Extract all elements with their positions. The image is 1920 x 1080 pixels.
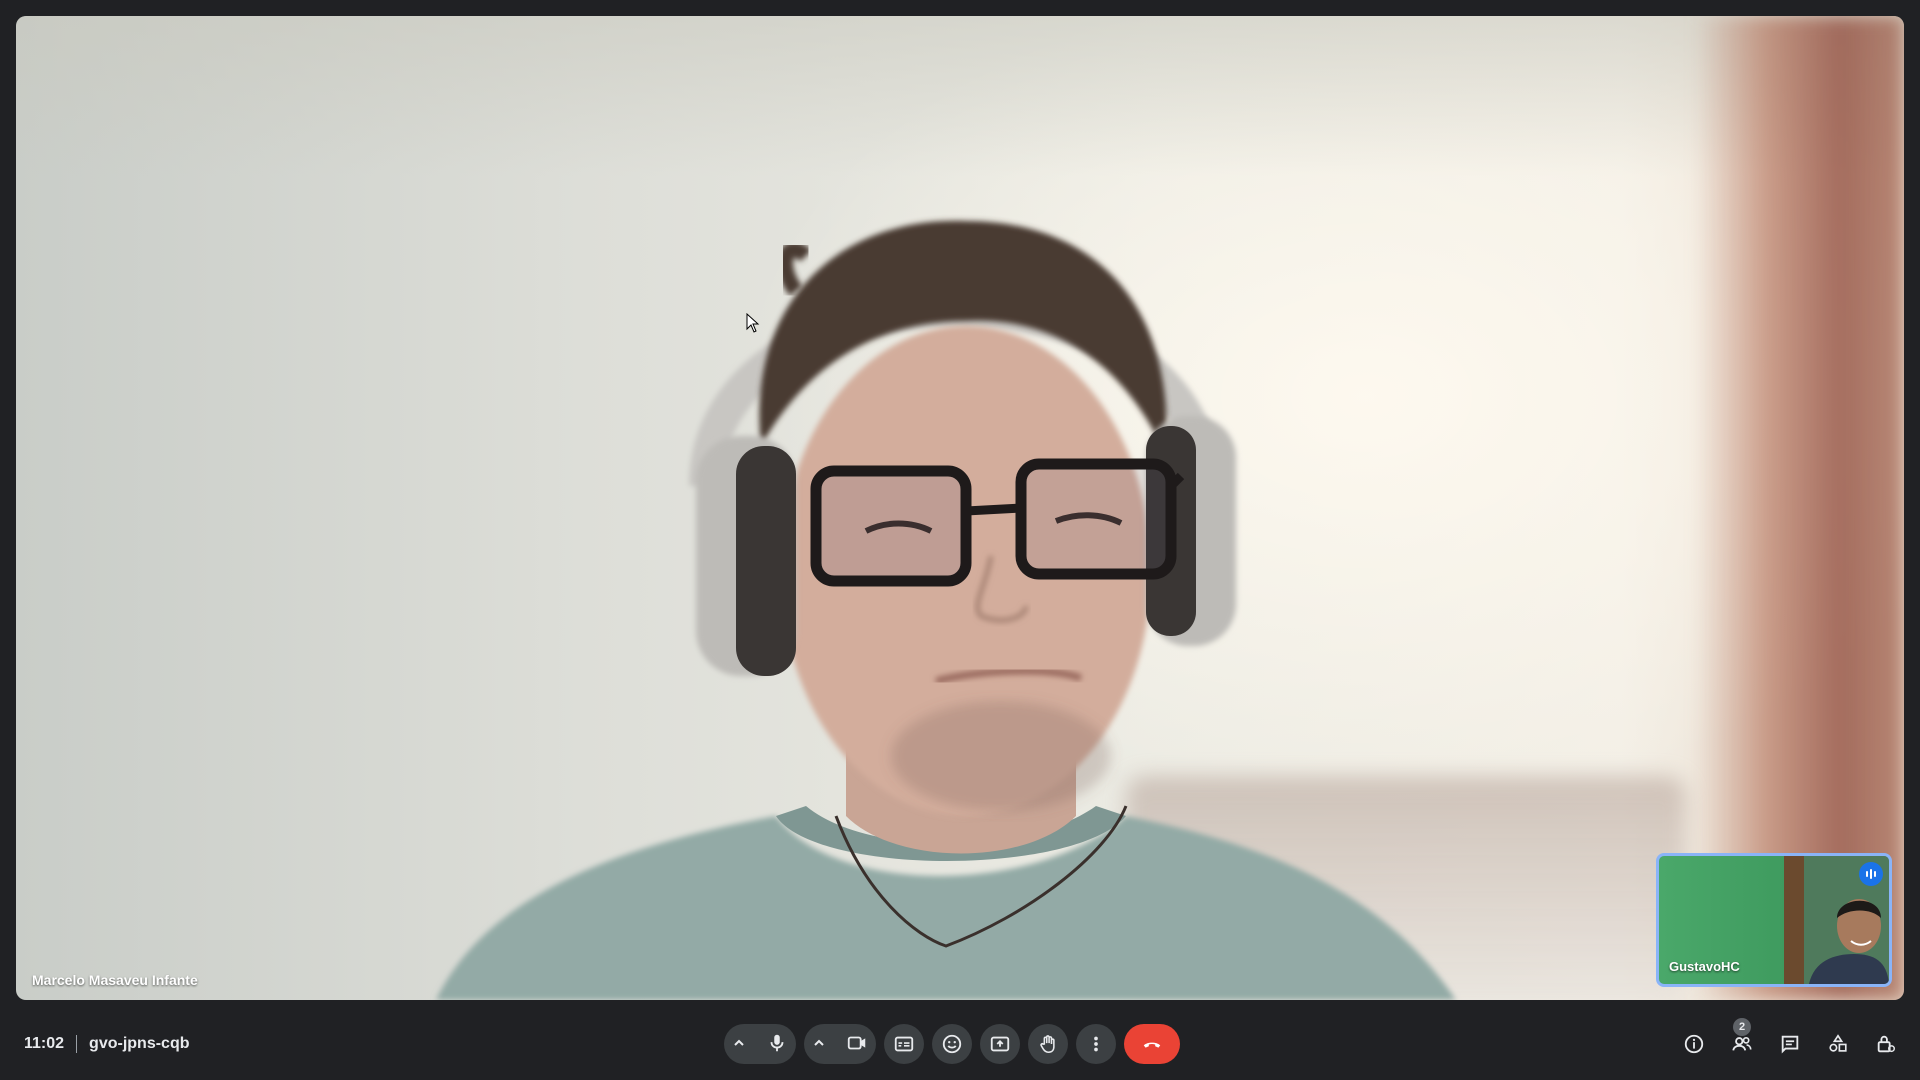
info-icon: [1684, 1034, 1704, 1054]
present-button[interactable]: [980, 1024, 1020, 1064]
host-controls-button[interactable]: [1864, 1022, 1908, 1066]
meeting-info: 11:02 gvo-jpns-cqb: [24, 1008, 189, 1080]
host-controls-icon: [1877, 1035, 1895, 1053]
right-controls: 2: [1672, 1018, 1908, 1066]
present-screen-icon: [990, 1036, 1010, 1052]
closed-caption-icon: [894, 1036, 914, 1052]
bottom-control-bar: 11:02 gvo-jpns-cqb 2: [0, 1008, 1920, 1080]
activities-icon: [1829, 1034, 1847, 1052]
camera-control[interactable]: [804, 1024, 876, 1064]
video-options-chevron-icon[interactable]: [812, 1036, 826, 1053]
videocam-icon[interactable]: [846, 1032, 868, 1057]
people-button[interactable]: 2: [1720, 1018, 1764, 1066]
call-controls: [724, 1022, 1180, 1066]
meeting-time: 11:02: [24, 1035, 65, 1052]
people-icon: [1732, 1036, 1752, 1051]
mic-icon[interactable]: [766, 1032, 788, 1057]
chat-button[interactable]: [1768, 1022, 1812, 1066]
main-video-tile[interactable]: Marcelo Masaveu Infante: [16, 16, 1904, 1000]
more-options-button[interactable]: [1076, 1024, 1116, 1064]
emoji-icon: [942, 1034, 962, 1054]
participant-video-feed: [436, 220, 1456, 1000]
chat-icon: [1781, 1035, 1799, 1054]
self-view-tile[interactable]: GustavoHC: [1656, 853, 1892, 987]
microphone-control[interactable]: [724, 1024, 796, 1064]
leave-call-button[interactable]: [1124, 1024, 1180, 1064]
people-count-badge: 2: [1733, 1018, 1751, 1036]
raise-hand-button[interactable]: [1028, 1024, 1068, 1064]
meeting-info-divider: [76, 1035, 78, 1053]
reactions-button[interactable]: [932, 1024, 972, 1064]
more-vert-icon: [1094, 1036, 1098, 1052]
call-end-icon: [1143, 1042, 1161, 1048]
mouse-cursor-icon: [746, 313, 760, 333]
meeting-details-button[interactable]: [1672, 1022, 1716, 1066]
audio-options-chevron-icon[interactable]: [732, 1036, 746, 1053]
meeting-code: gvo-jpns-cqb: [89, 1035, 190, 1052]
speaking-indicator-icon: [1859, 862, 1883, 886]
main-participant-name: Marcelo Masaveu Infante: [32, 972, 198, 988]
self-participant-name: GustavoHC: [1669, 959, 1740, 974]
activities-button[interactable]: [1816, 1022, 1860, 1066]
hand-icon: [1040, 1035, 1055, 1054]
captions-button[interactable]: [884, 1024, 924, 1064]
